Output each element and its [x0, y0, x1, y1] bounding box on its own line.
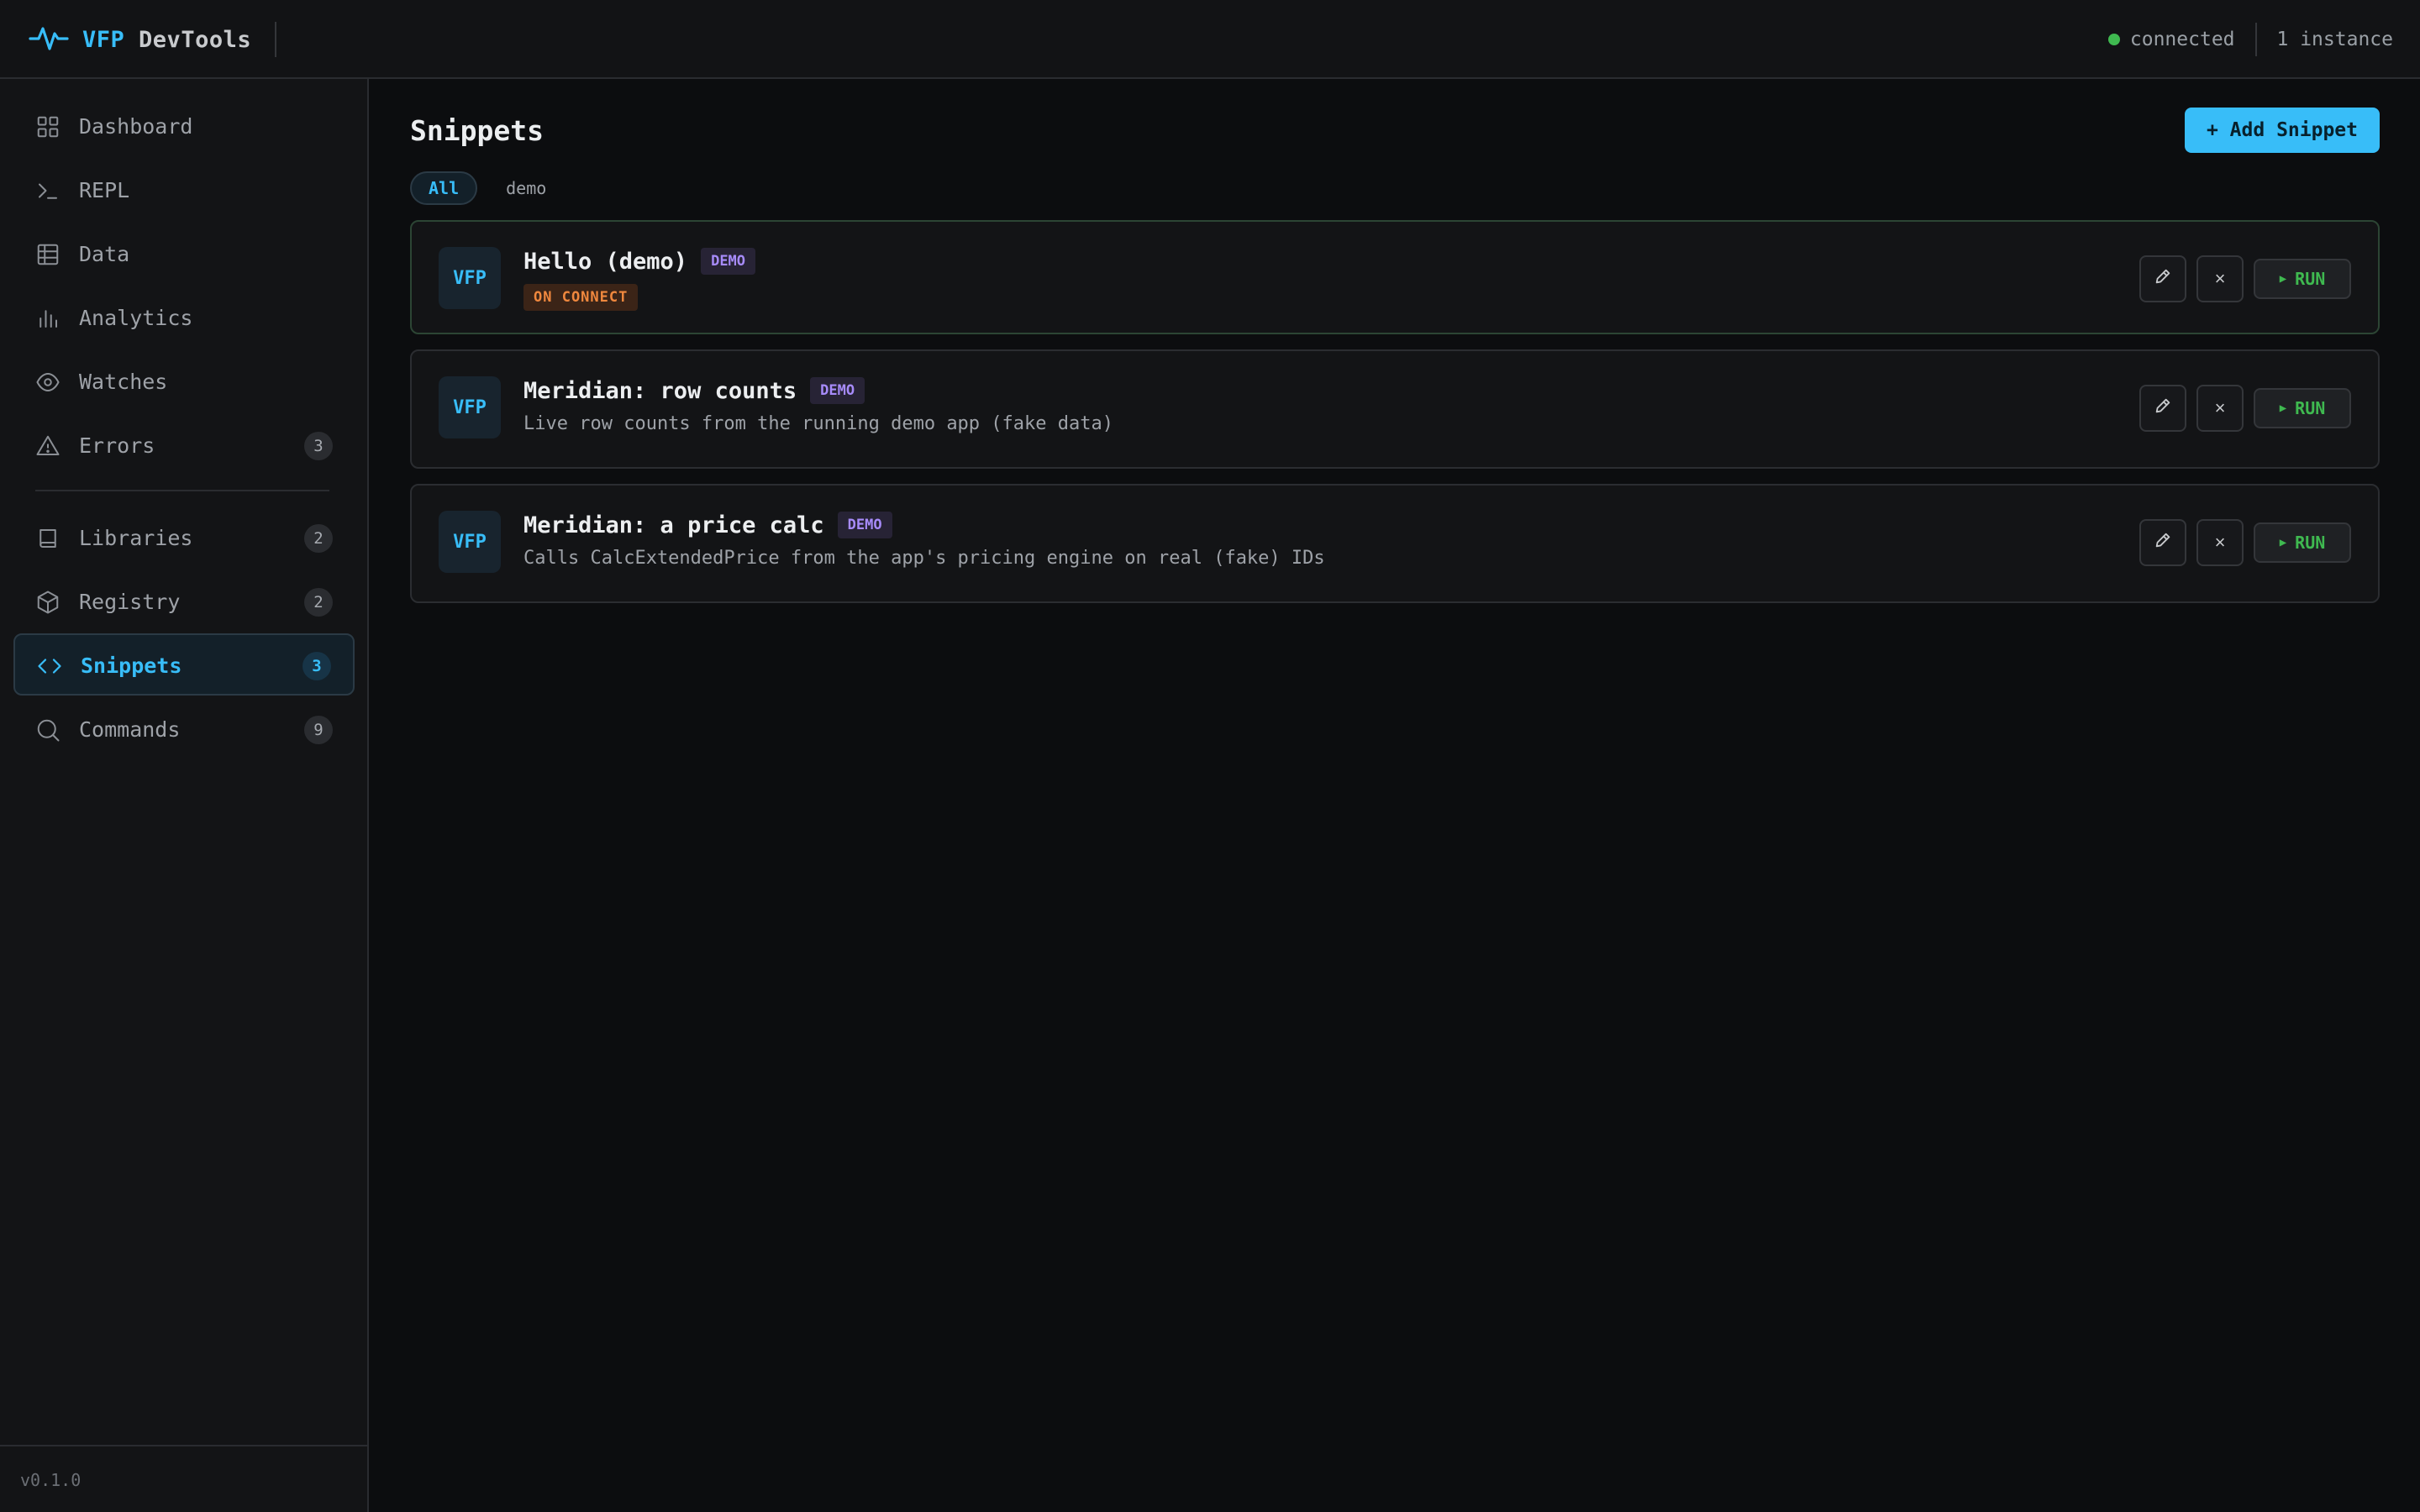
count-badge: 2	[304, 588, 333, 617]
pulse-icon	[29, 20, 69, 59]
sidebar-item-label: Snippets	[81, 654, 182, 678]
grid-icon	[35, 114, 60, 139]
count-badge: 9	[304, 716, 333, 744]
brand[interactable]: VFP DevTools	[29, 22, 251, 57]
snippet-actions: × ▶ RUN	[2139, 385, 2351, 432]
snippet-title: Hello (demo)	[523, 248, 688, 275]
close-icon: ×	[2214, 268, 2226, 289]
count-badge: 3	[304, 432, 333, 460]
sidebar-item-commands[interactable]: Commands 9	[13, 699, 355, 761]
edit-button[interactable]	[2139, 385, 2186, 432]
demo-tag: DEMO	[837, 512, 892, 538]
sidebar-item-errors[interactable]: Errors 3	[13, 415, 355, 477]
connection-status-text: connected	[2129, 29, 2235, 50]
sidebar-item-label: Registry	[79, 590, 181, 614]
run-button[interactable]: ▶ RUN	[2254, 522, 2351, 563]
delete-button[interactable]: ×	[2196, 519, 2244, 566]
close-icon: ×	[2214, 532, 2226, 553]
sidebar-item-label: Analytics	[79, 306, 193, 330]
snippet-description: Calls CalcExtendedPrice from the app's p…	[523, 548, 1325, 569]
sidebar-item-label: REPL	[79, 178, 130, 202]
sidebar: Dashboard REPL Data Analytics Watches Er…	[0, 79, 369, 1512]
count-badge: 2	[304, 524, 333, 553]
sidebar-item-label: Data	[79, 242, 130, 266]
on-connect-tag: ON CONNECT	[523, 284, 639, 311]
filter-chip-all[interactable]: All	[410, 171, 478, 205]
package-icon	[35, 590, 60, 615]
snippet-actions: × ▶ RUN	[2139, 255, 2351, 302]
count-badge: 3	[302, 652, 331, 680]
page-title: Snippets	[410, 114, 544, 147]
snippet-card[interactable]: VFP Meridian: row counts DEMO Live row c…	[410, 349, 2380, 469]
sidebar-divider	[35, 490, 329, 491]
app-title-rest: DevTools	[139, 26, 252, 53]
sidebar-item-data[interactable]: Data	[13, 223, 355, 286]
play-icon: ▶	[2279, 272, 2287, 286]
pencil-icon	[2154, 267, 2172, 291]
sidebar-item-registry[interactable]: Registry 2	[13, 571, 355, 633]
close-icon: ×	[2214, 397, 2226, 418]
snippet-title: Meridian: a price calc	[523, 512, 824, 538]
snippet-logo: VFP	[439, 247, 501, 309]
instance-count[interactable]: 1 instance	[2277, 29, 2393, 50]
snippet-card[interactable]: VFP Meridian: a price calc DEMO Calls Ca…	[410, 484, 2380, 603]
delete-button[interactable]: ×	[2196, 255, 2244, 302]
snippet-logo: VFP	[439, 511, 501, 573]
snippet-title-row: Meridian: a price calc DEMO	[523, 511, 892, 539]
snippet-description: Live row counts from the running demo ap…	[523, 413, 1113, 434]
snippet-title: Meridian: row counts	[523, 377, 797, 404]
run-button-label: RUN	[2295, 398, 2326, 418]
edit-button[interactable]	[2139, 519, 2186, 566]
play-icon: ▶	[2279, 536, 2287, 549]
snippet-actions: × ▶ RUN	[2139, 519, 2351, 566]
code-icon	[37, 654, 62, 679]
filter-chips: All demo	[410, 171, 575, 205]
sidebar-item-watches[interactable]: Watches	[13, 351, 355, 413]
sidebar-item-label: Watches	[79, 370, 168, 394]
sidebar-item-analytics[interactable]: Analytics	[13, 287, 355, 349]
app-title-accent: VFP	[82, 26, 125, 53]
snippet-logo: VFP	[439, 376, 501, 438]
top-bar: VFP DevTools connected 1 instance	[0, 0, 2420, 79]
terminal-icon	[35, 178, 60, 203]
delete-button[interactable]: ×	[2196, 385, 2244, 432]
sidebar-footer: v0.1.0	[0, 1445, 367, 1512]
play-icon: ▶	[2279, 402, 2287, 415]
demo-tag: DEMO	[810, 377, 865, 404]
eye-icon	[35, 370, 60, 395]
status-dot-icon	[2107, 34, 2120, 45]
run-button-label: RUN	[2295, 533, 2326, 553]
edit-button[interactable]	[2139, 255, 2186, 302]
bar-chart-icon	[35, 306, 60, 331]
version-label: v0.1.0	[20, 1470, 82, 1490]
sidebar-item-label: Dashboard	[79, 114, 193, 139]
sidebar-item-snippets[interactable]: Snippets 3	[13, 633, 355, 696]
run-button-label: RUN	[2295, 269, 2326, 289]
search-icon	[35, 717, 60, 743]
sidebar-item-label: Commands	[79, 717, 181, 742]
run-button[interactable]: ▶ RUN	[2254, 259, 2351, 299]
status-divider	[2254, 23, 2257, 56]
add-snippet-button[interactable]: + Add Snippet	[2185, 108, 2380, 153]
sidebar-item-label: Libraries	[79, 526, 193, 550]
run-button[interactable]: ▶ RUN	[2254, 388, 2351, 428]
warning-icon	[35, 433, 60, 459]
snippet-card[interactable]: VFP Hello (demo) DEMO ON CONNECT × ▶ RUN	[410, 220, 2380, 334]
table-icon	[35, 242, 60, 267]
sidebar-item-libraries[interactable]: Libraries 2	[13, 507, 355, 570]
filter-chip-demo[interactable]: demo	[487, 171, 565, 205]
sidebar-item-dashboard[interactable]: Dashboard	[13, 96, 355, 158]
snippet-title-row: Meridian: row counts DEMO	[523, 376, 865, 405]
sidebar-item-label: Errors	[79, 433, 155, 458]
main-content: Snippets + Add Snippet All demo VFP Hell…	[371, 79, 2420, 1512]
pencil-icon	[2154, 531, 2172, 554]
sidebar-item-repl[interactable]: REPL	[13, 160, 355, 222]
connection-status: connected 1 instance	[2107, 22, 2393, 57]
book-icon	[35, 526, 60, 551]
app-title: VFP DevTools	[82, 27, 251, 53]
pencil-icon	[2154, 396, 2172, 420]
demo-tag: DEMO	[701, 248, 756, 275]
snippet-title-row: Hello (demo) DEMO	[523, 247, 756, 276]
header-divider	[275, 22, 276, 57]
